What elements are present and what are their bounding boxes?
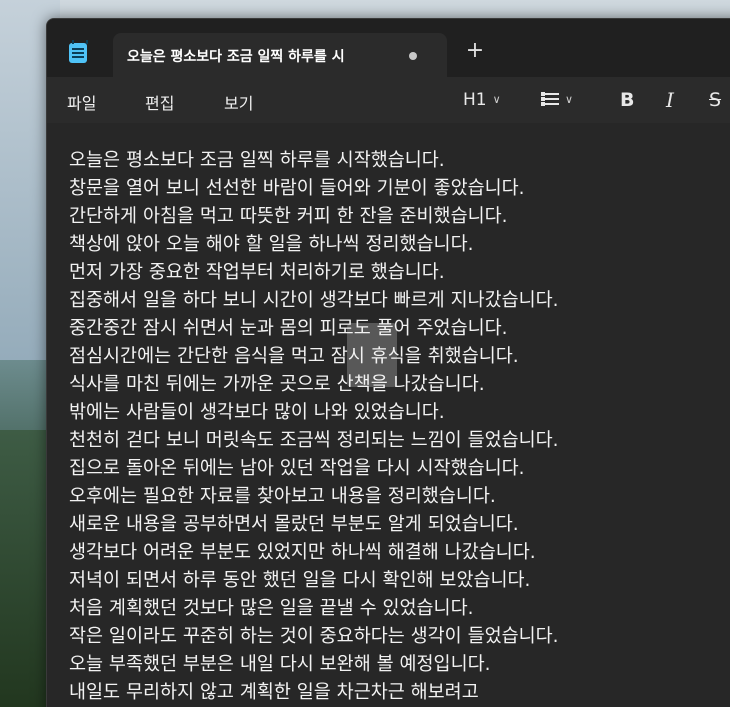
text-line: 처음 계획했던 것보다 많은 일을 끝낼 수 있었습니다. [69, 598, 474, 619]
text-line: 중간중간 잠시 쉬면서 눈과 몸의 피로도 풀어 주었습니다. [69, 318, 508, 339]
text-line: 책상에 앉아 오늘 해야 할 일을 하나씩 정리했습니다. [69, 234, 474, 255]
text-line: 집으로 돌아온 뒤에는 남아 있던 작업을 다시 시작했습니다. [69, 458, 525, 479]
menu-bar: 파일 편집 보기 H1 ∨ ∨ B I S [47, 77, 730, 123]
tab-title: 오늘은 평소보다 조금 일찍 하루를 시 [127, 49, 345, 65]
menu-view[interactable]: 보기 [224, 90, 253, 113]
notepad-window: 오늘은 평소보다 조금 일찍 하루를 시 + 파일 편집 보기 H1 ∨ ∨ B … [46, 18, 730, 707]
text-line: 오늘 부족했던 부분은 내일 다시 보완해 볼 예정입니다. [69, 654, 491, 675]
text-line: 집중해서 일을 하다 보니 시간이 생각보다 빠르게 지나갔습니다. [69, 290, 559, 311]
text-line: 식사를 마친 뒤에는 가까운 곳으로 산책을 나갔습니다. [69, 374, 485, 395]
text-line: 작은 일이라도 꾸준히 하는 것이 중요하다는 생각이 들었습니다. [69, 626, 559, 647]
text-line: 오후에는 필요한 자료를 찾아보고 내용을 정리했습니다. [69, 486, 496, 507]
text-line: 밖에는 사람들이 생각보다 많이 나와 있었습니다. [69, 402, 445, 423]
title-bar: 오늘은 평소보다 조금 일찍 하루를 시 + [47, 19, 730, 77]
chevron-down-icon: ∨ [565, 93, 574, 106]
list-dropdown[interactable]: ∨ [541, 87, 573, 113]
list-icon [541, 92, 559, 106]
document-tab[interactable]: 오늘은 평소보다 조금 일찍 하루를 시 [113, 33, 447, 77]
document-text[interactable]: 오늘은 평소보다 조금 일찍 하루를 시작했습니다. 창문을 열어 보니 선선한 … [69, 147, 709, 707]
text-line: 간단하게 아침을 먹고 따뜻한 커피 한 잔을 준비했습니다. [69, 206, 508, 227]
strikethrough-button[interactable]: S [709, 87, 721, 113]
text-line: 천천히 걷다 보니 머릿속도 조금씩 정리되는 느낌이 들었습니다. [69, 430, 559, 451]
text-line: 점심시간에는 간단한 음식을 먹고 잠시 휴식을 취했습니다. [69, 346, 519, 367]
text-line: 내일도 무리하지 않고 계획한 일을 차근차근 해보려고 [69, 682, 479, 703]
heading-label: H1 [463, 90, 487, 110]
text-line: 오늘은 평소보다 조금 일찍 하루를 시작했습니다. [69, 150, 445, 171]
menu-file[interactable]: 파일 [67, 90, 96, 113]
bold-button[interactable]: B [620, 87, 634, 113]
unsaved-dot-icon[interactable] [409, 52, 417, 60]
text-line: 먼저 가장 중요한 작업부터 처리하기로 했습니다. [69, 262, 445, 283]
text-line: 새로운 내용을 공부하면서 몰랐던 부분도 알게 되었습니다. [69, 514, 519, 535]
text-editor[interactable]: 오늘은 평소보다 조금 일찍 하루를 시작했습니다. 창문을 열어 보니 선선한 … [47, 123, 730, 707]
new-tab-button[interactable]: + [465, 40, 485, 62]
text-line: 창문을 열어 보니 선선한 바람이 들어와 기분이 좋았습니다. [69, 178, 525, 199]
notepad-app-icon [69, 40, 88, 63]
heading-dropdown[interactable]: H1 ∨ [463, 87, 501, 113]
chevron-down-icon: ∨ [492, 93, 501, 106]
text-line: 저녁이 되면서 하루 동안 했던 일을 다시 확인해 보았습니다. [69, 570, 531, 591]
menu-edit[interactable]: 편집 [145, 90, 174, 113]
text-line: 생각보다 어려운 부분도 있었지만 하나씩 해결해 나갔습니다. [69, 542, 536, 563]
italic-button[interactable]: I [666, 87, 674, 113]
